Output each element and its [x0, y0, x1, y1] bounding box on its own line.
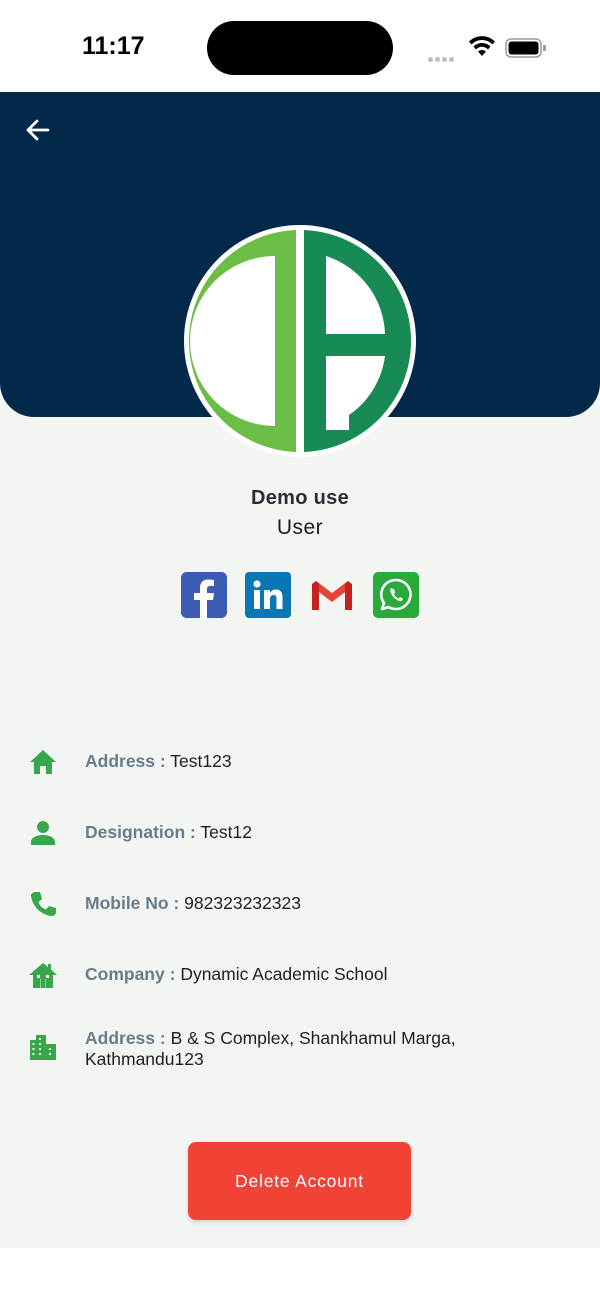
info-value: Test12 — [200, 822, 252, 842]
whatsapp-icon — [373, 572, 419, 618]
phone-icon — [31, 892, 56, 916]
info-label: Address : — [85, 751, 166, 771]
profile-screen: Demo use User Address: Test123 Designat… — [0, 92, 600, 1248]
gmail-button[interactable] — [309, 572, 355, 618]
social-links — [180, 572, 420, 618]
info-value: Test123 — [170, 751, 232, 771]
arrow-left-icon — [26, 119, 50, 141]
signal-icon — [428, 49, 456, 67]
home-indicator-area — [0, 1248, 600, 1299]
delete-account-button[interactable]: Delete Account — [188, 1142, 411, 1220]
whatsapp-button[interactable] — [373, 572, 419, 618]
house-icon — [29, 963, 57, 988]
person-icon — [31, 821, 55, 845]
gmail-icon — [312, 581, 352, 610]
status-bar: 11:17 — [0, 0, 600, 92]
facebook-button[interactable] — [181, 572, 227, 618]
facebook-icon — [181, 572, 227, 618]
da-logo-icon — [189, 230, 411, 452]
dynamic-island — [207, 21, 393, 75]
back-button[interactable] — [18, 110, 58, 150]
linkedin-icon — [245, 572, 291, 618]
building-icon — [30, 1035, 56, 1060]
info-label: Company : — [85, 964, 176, 984]
info-label: Mobile No : — [85, 893, 180, 913]
info-label: Address : — [85, 1028, 166, 1048]
info-value: Dynamic Academic School — [180, 964, 388, 984]
profile-role: User — [276, 516, 324, 539]
status-time: 11:17 — [82, 32, 145, 60]
profile-name: Demo use — [251, 487, 349, 509]
info-label: Designation : — [85, 822, 196, 842]
linkedin-button[interactable] — [245, 572, 291, 618]
battery-icon — [505, 38, 546, 58]
avatar — [184, 225, 416, 457]
wifi-icon — [469, 36, 495, 56]
home-icon — [30, 750, 56, 774]
info-value: 982323232323 — [184, 893, 301, 913]
